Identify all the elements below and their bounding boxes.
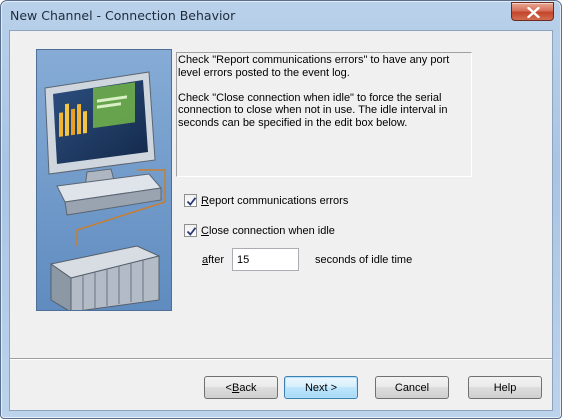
seconds-label: seconds of idle time (315, 254, 413, 266)
dialog-window: New Channel - Connection Behavior Check … (0, 0, 562, 419)
report-errors-option[interactable]: Report communications errors (184, 194, 348, 207)
description-panel: Check "Report communications errors" to … (176, 52, 472, 177)
checkmark-icon (186, 227, 197, 236)
close-idle-label: Close connection when idle (201, 224, 335, 237)
close-idle-option[interactable]: Close connection when idle (184, 224, 335, 237)
help-button[interactable]: Help (468, 376, 542, 399)
window-title: New Channel - Connection Behavior (10, 8, 236, 23)
footer-separator (10, 358, 552, 360)
description-paragraph-2: Check "Close connection when idle" to fo… (178, 91, 448, 129)
back-button[interactable]: < Back (204, 376, 278, 399)
idle-seconds-input[interactable] (232, 248, 299, 271)
description-paragraph-1: Check "Report communications errors" to … (178, 54, 450, 79)
checkmark-icon (186, 197, 197, 206)
close-idle-checkbox[interactable] (184, 224, 197, 237)
title-bar[interactable]: New Channel - Connection Behavior (1, 1, 561, 31)
after-label: after (202, 254, 225, 266)
report-errors-label: Report communications errors (201, 194, 349, 207)
report-errors-checkbox[interactable] (184, 194, 197, 207)
cancel-button[interactable]: Cancel (375, 376, 449, 399)
close-button[interactable] (511, 2, 554, 21)
dialog-body: Check "Report communications errors" to … (9, 30, 553, 411)
computer-network-illustration (36, 49, 172, 311)
close-icon (527, 7, 540, 18)
next-button[interactable]: Next > (284, 376, 358, 399)
